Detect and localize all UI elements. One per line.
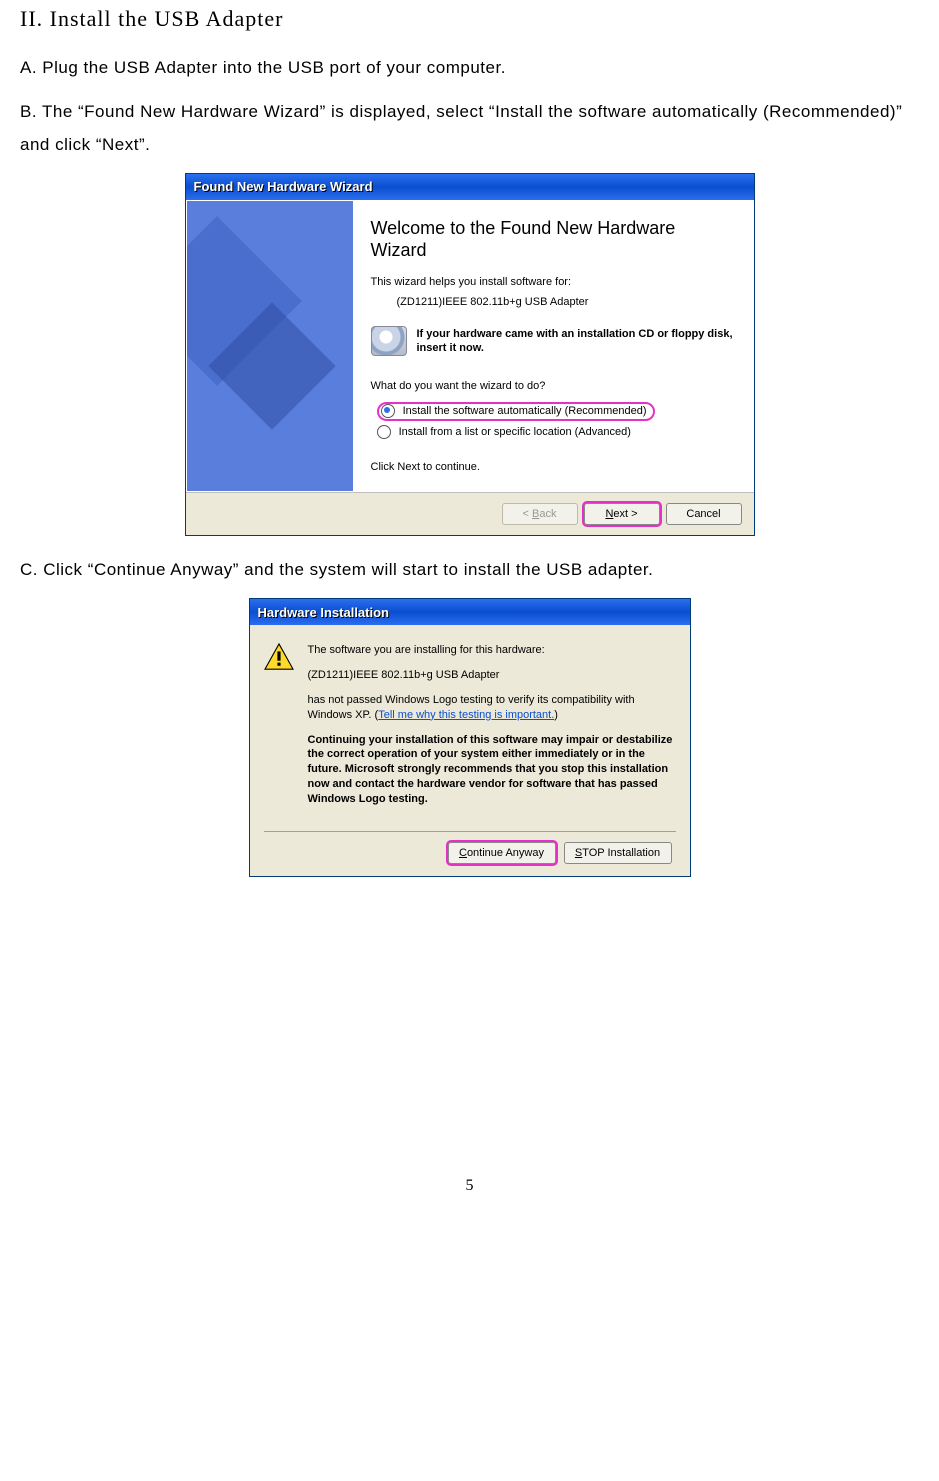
hw-logo-text: has not passed Windows Logo testing to v… bbox=[308, 693, 676, 723]
hw-device: (ZD1211)IEEE 802.11b+g USB Adapter bbox=[308, 668, 676, 683]
continue-anyway-button[interactable]: Continue Anyway bbox=[448, 842, 556, 864]
found-new-hardware-wizard-dialog: Found New Hardware Wizard Welcome to the… bbox=[185, 173, 755, 536]
step-b: B. The “Found New Hardware Wizard” is di… bbox=[20, 96, 919, 161]
step-c: C. Click “Continue Anyway” and the syste… bbox=[20, 554, 919, 586]
radio-auto[interactable] bbox=[381, 404, 395, 418]
page-number: 5 bbox=[20, 1177, 919, 1195]
wizard-click-next: Click Next to continue. bbox=[371, 461, 735, 473]
wizard-titlebar: Found New Hardware Wizard bbox=[186, 174, 754, 200]
hw-button-row: Continue Anyway STOP Installation bbox=[264, 842, 676, 866]
hw-logo-link[interactable]: Tell me why this testing is important. bbox=[378, 709, 554, 721]
hw-warning-bold: Continuing your installation of this sof… bbox=[308, 733, 676, 807]
hw-divider bbox=[264, 831, 676, 832]
wizard-side-graphic bbox=[187, 201, 353, 491]
hw-titlebar: Hardware Installation bbox=[250, 599, 690, 625]
highlight-oval: Install the software automatically (Reco… bbox=[377, 402, 655, 421]
wizard-question: What do you want the wizard to do? bbox=[371, 380, 735, 392]
hardware-installation-dialog: Hardware Installation The software you a… bbox=[249, 598, 691, 877]
cd-icon bbox=[371, 326, 407, 356]
radio-list[interactable] bbox=[377, 425, 391, 439]
hw-line1: The software you are installing for this… bbox=[308, 643, 676, 658]
cancel-button[interactable]: Cancel bbox=[666, 503, 742, 525]
wizard-device-name: (ZD1211)IEEE 802.11b+g USB Adapter bbox=[397, 296, 735, 308]
stop-installation-button[interactable]: STOP Installation bbox=[564, 842, 672, 864]
step-a: A. Plug the USB Adapter into the USB por… bbox=[20, 52, 919, 84]
wizard-button-row: < Back Next > Cancel bbox=[186, 492, 754, 535]
radio-list-label: Install from a list or specific location… bbox=[399, 426, 631, 438]
next-button[interactable]: Next > bbox=[584, 503, 660, 525]
back-button[interactable]: < Back bbox=[502, 503, 578, 525]
wizard-cd-text: If your hardware came with an installati… bbox=[417, 327, 735, 356]
radio-auto-label: Install the software automatically (Reco… bbox=[403, 405, 647, 417]
section-heading: II. Install the USB Adapter bbox=[20, 6, 919, 32]
warning-icon bbox=[264, 643, 294, 671]
wizard-heading: Welcome to the Found New Hardware Wizard bbox=[371, 217, 735, 262]
wizard-helps-text: This wizard helps you install software f… bbox=[371, 276, 735, 288]
